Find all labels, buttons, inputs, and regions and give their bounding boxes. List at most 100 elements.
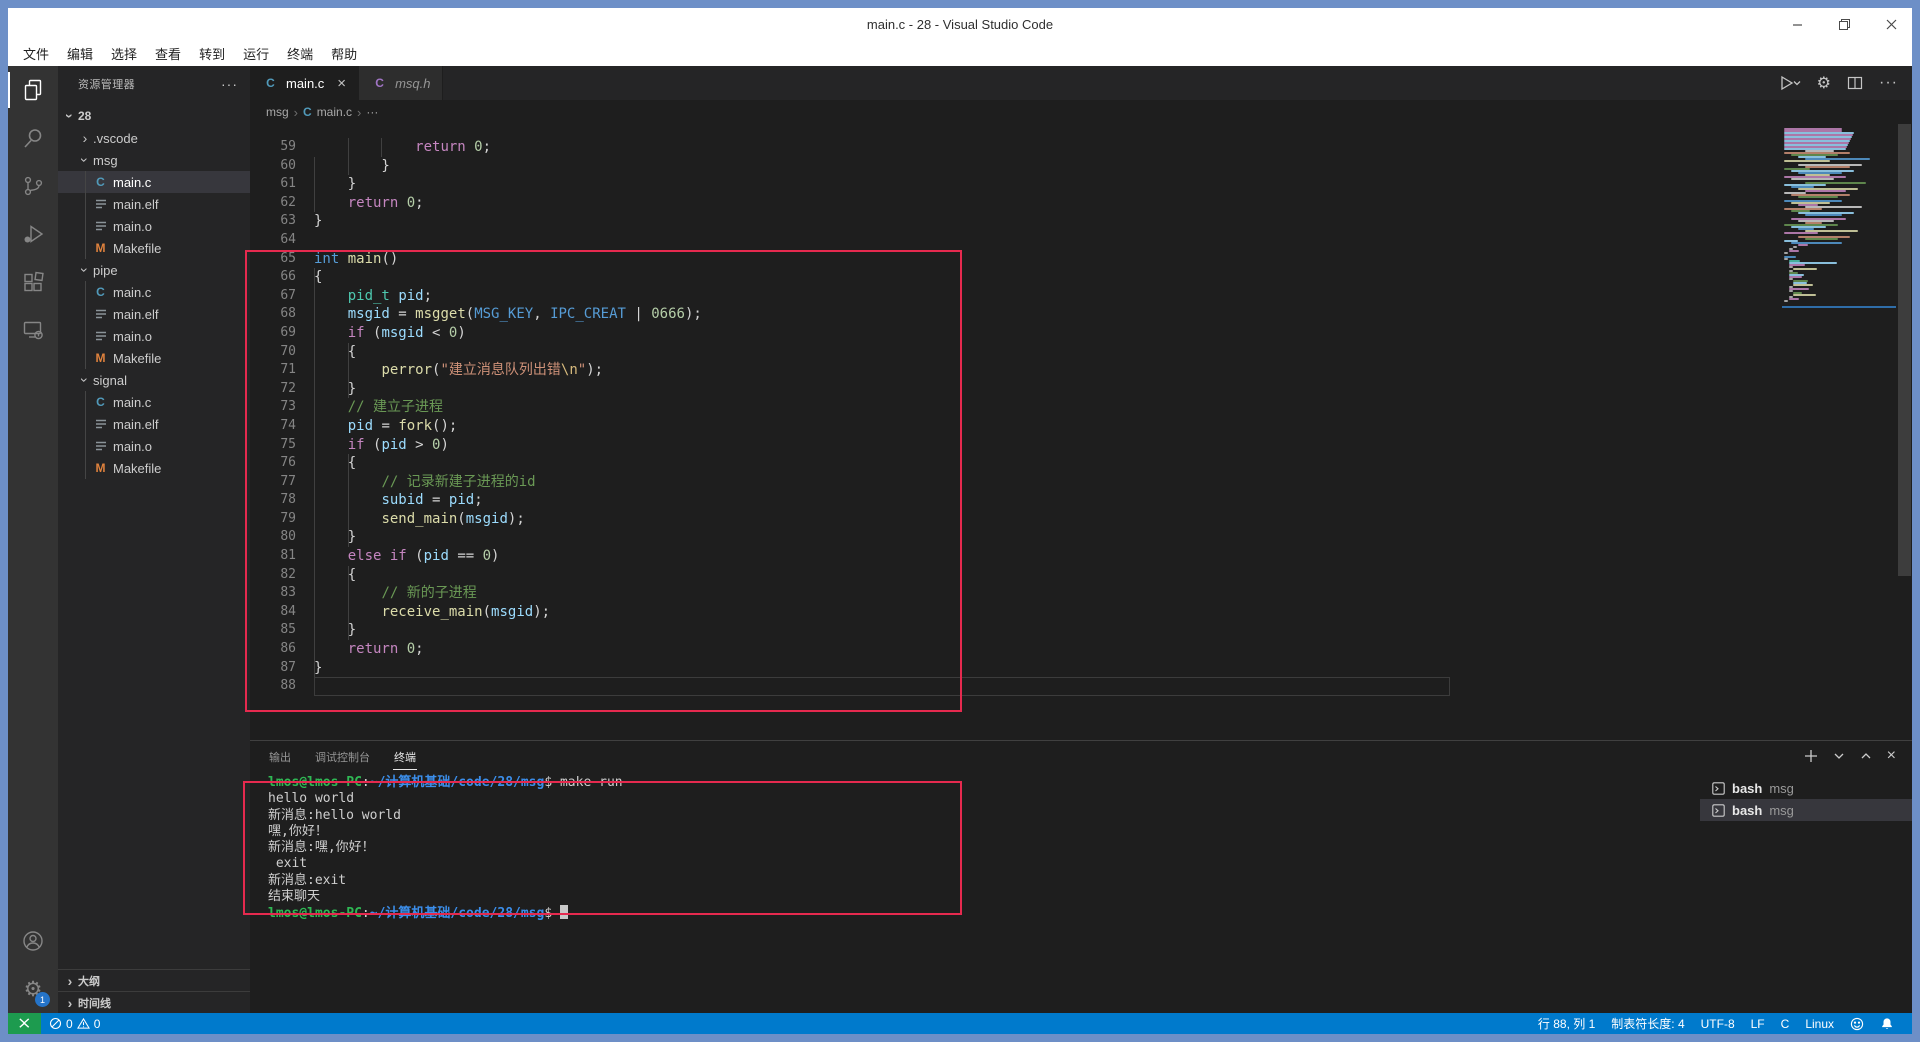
breadcrumb-item[interactable]: main.c: [317, 105, 352, 119]
account-icon[interactable]: [8, 917, 58, 965]
code-line-84[interactable]: 84 receive_main(msgid);: [250, 603, 1912, 622]
run-debug-icon[interactable]: [8, 210, 58, 258]
tree-item-main.c[interactable]: Cmain.c: [58, 281, 250, 303]
code-line-60[interactable]: 60 }: [250, 157, 1912, 176]
run-debug-file-icon[interactable]: [1779, 75, 1801, 91]
menu-item-查看[interactable]: 查看: [146, 41, 190, 66]
maximize-panel-icon[interactable]: [1860, 750, 1872, 762]
status-eol[interactable]: LF: [1743, 1017, 1773, 1031]
code-line-77[interactable]: 77 // 记录新建子进程的id: [250, 473, 1912, 492]
tab-msq.h[interactable]: Cmsq.h: [359, 66, 443, 100]
tree-folder-.vscode[interactable]: ›.vscode: [58, 127, 250, 149]
code-line-69[interactable]: 69 if (msgid < 0): [250, 324, 1912, 343]
code-line-61[interactable]: 61 }: [250, 175, 1912, 194]
code-line-59[interactable]: 59 return 0;: [250, 138, 1912, 157]
timeline-section[interactable]: ›时间线: [58, 991, 250, 1013]
code-line-82[interactable]: 82 {: [250, 566, 1912, 585]
code-line-76[interactable]: 76 {: [250, 454, 1912, 473]
minimap[interactable]: [1782, 128, 1896, 310]
code-line-71[interactable]: 71 perror("建立消息队列出错\n");: [250, 361, 1912, 380]
tree-item-main.o[interactable]: main.o: [58, 325, 250, 347]
feedback-icon[interactable]: [1842, 1017, 1872, 1031]
tree-item-main.elf[interactable]: main.elf: [58, 193, 250, 215]
remote-explorer-icon[interactable]: [8, 306, 58, 354]
code-line-83[interactable]: 83 // 新的子进程: [250, 584, 1912, 603]
editor-settings-gear-icon[interactable]: ⚙: [1817, 73, 1831, 93]
tree-item-main.o[interactable]: main.o: [58, 215, 250, 237]
restore-icon[interactable]: [1838, 18, 1851, 31]
outline-section[interactable]: ›大纲: [58, 969, 250, 991]
breadcrumb-item[interactable]: ···: [366, 105, 378, 119]
code-line-86[interactable]: 86 return 0;: [250, 640, 1912, 659]
menu-item-选择[interactable]: 选择: [102, 41, 146, 66]
explorer-icon[interactable]: [8, 66, 58, 114]
code-line-64[interactable]: 64: [250, 231, 1912, 250]
more-actions-icon[interactable]: ···: [1879, 74, 1898, 92]
close-tab-icon[interactable]: ×: [337, 75, 346, 92]
notifications-bell-icon[interactable]: [1872, 1017, 1902, 1031]
code-line-70[interactable]: 70 {: [250, 343, 1912, 362]
tree-folder-signal[interactable]: ›signal: [58, 369, 250, 391]
tree-item-Makefile[interactable]: MMakefile: [58, 347, 250, 369]
search-icon[interactable]: [8, 114, 58, 162]
tree-item-main.elf[interactable]: main.elf: [58, 413, 250, 435]
status-language-mode[interactable]: C: [1773, 1017, 1798, 1031]
status-remote-os[interactable]: Linux: [1797, 1017, 1842, 1031]
terminal[interactable]: lmos@lmos-PC:~/计算机基础/code/28/msg$ make r…: [250, 771, 1700, 1013]
tree-item-main.o[interactable]: main.o: [58, 435, 250, 457]
tree-item-main.elf[interactable]: main.elf: [58, 303, 250, 325]
breadcrumb-item[interactable]: msg: [266, 105, 289, 119]
close-icon[interactable]: [1885, 18, 1898, 31]
problems-indicator[interactable]: 0 0: [41, 1017, 108, 1031]
panel-tab-终端[interactable]: 终端: [393, 743, 417, 770]
terminal-instance[interactable]: bashmsg: [1700, 777, 1912, 799]
more-actions-icon[interactable]: ···: [221, 76, 238, 92]
settings-gear-icon[interactable]: ⚙ 1: [8, 965, 58, 1013]
tree-folder-28[interactable]: ›28: [58, 105, 250, 127]
code-line-63[interactable]: 63}: [250, 212, 1912, 231]
tree-folder-pipe[interactable]: ›pipe: [58, 259, 250, 281]
new-terminal-icon[interactable]: [1804, 749, 1818, 763]
panel-tab-调试控制台[interactable]: 调试控制台: [314, 743, 371, 770]
menu-item-终端[interactable]: 终端: [278, 41, 322, 66]
tree-item-main.c[interactable]: Cmain.c: [58, 171, 250, 193]
menu-item-运行[interactable]: 运行: [234, 41, 278, 66]
tree-folder-msg[interactable]: ›msg: [58, 149, 250, 171]
remote-indicator[interactable]: [8, 1013, 41, 1034]
code-line-80[interactable]: 80 }: [250, 528, 1912, 547]
code-line-85[interactable]: 85 }: [250, 621, 1912, 640]
code-line-74[interactable]: 74 pid = fork();: [250, 417, 1912, 436]
code-line-87[interactable]: 87}: [250, 659, 1912, 678]
code-line-72[interactable]: 72 }: [250, 380, 1912, 399]
editor-scrollbar[interactable]: [1898, 124, 1911, 576]
code-line-78[interactable]: 78 subid = pid;: [250, 491, 1912, 510]
terminal-instance[interactable]: bashmsg: [1700, 799, 1912, 821]
menu-item-转到[interactable]: 转到: [190, 41, 234, 66]
tab-main.c[interactable]: Cmain.c×: [250, 66, 359, 100]
source-control-icon[interactable]: [8, 162, 58, 210]
menu-item-文件[interactable]: 文件: [14, 41, 58, 66]
code-editor[interactable]: 59 return 0;60 }61 }62 return 0;63}6465i…: [250, 124, 1912, 740]
menu-item-帮助[interactable]: 帮助: [322, 41, 366, 66]
status-cursor-position[interactable]: 行 88, 列 1: [1530, 1015, 1603, 1032]
tree-item-main.c[interactable]: Cmain.c: [58, 391, 250, 413]
extensions-icon[interactable]: [8, 258, 58, 306]
status-indentation[interactable]: 制表符长度: 4: [1603, 1015, 1692, 1032]
menu-item-编辑[interactable]: 编辑: [58, 41, 102, 66]
code-line-68[interactable]: 68 msgid = msgget(MSG_KEY, IPC_CREAT | 0…: [250, 305, 1912, 324]
code-line-67[interactable]: 67 pid_t pid;: [250, 287, 1912, 306]
code-line-66[interactable]: 66{: [250, 268, 1912, 287]
status-encoding[interactable]: UTF-8: [1693, 1017, 1743, 1031]
close-panel-icon[interactable]: ×: [1887, 750, 1896, 762]
code-line-75[interactable]: 75 if (pid > 0): [250, 436, 1912, 455]
code-line-65[interactable]: 65int main(): [250, 250, 1912, 269]
code-line-81[interactable]: 81 else if (pid == 0): [250, 547, 1912, 566]
split-editor-icon[interactable]: [1847, 75, 1863, 91]
tree-item-Makefile[interactable]: MMakefile: [58, 457, 250, 479]
tree-item-Makefile[interactable]: MMakefile: [58, 237, 250, 259]
panel-tab-输出[interactable]: 输出: [268, 743, 292, 770]
minimize-icon[interactable]: [1791, 18, 1804, 31]
code-line-73[interactable]: 73 // 建立子进程: [250, 398, 1912, 417]
terminal-dropdown-icon[interactable]: [1833, 750, 1845, 762]
code-line-62[interactable]: 62 return 0;: [250, 194, 1912, 213]
